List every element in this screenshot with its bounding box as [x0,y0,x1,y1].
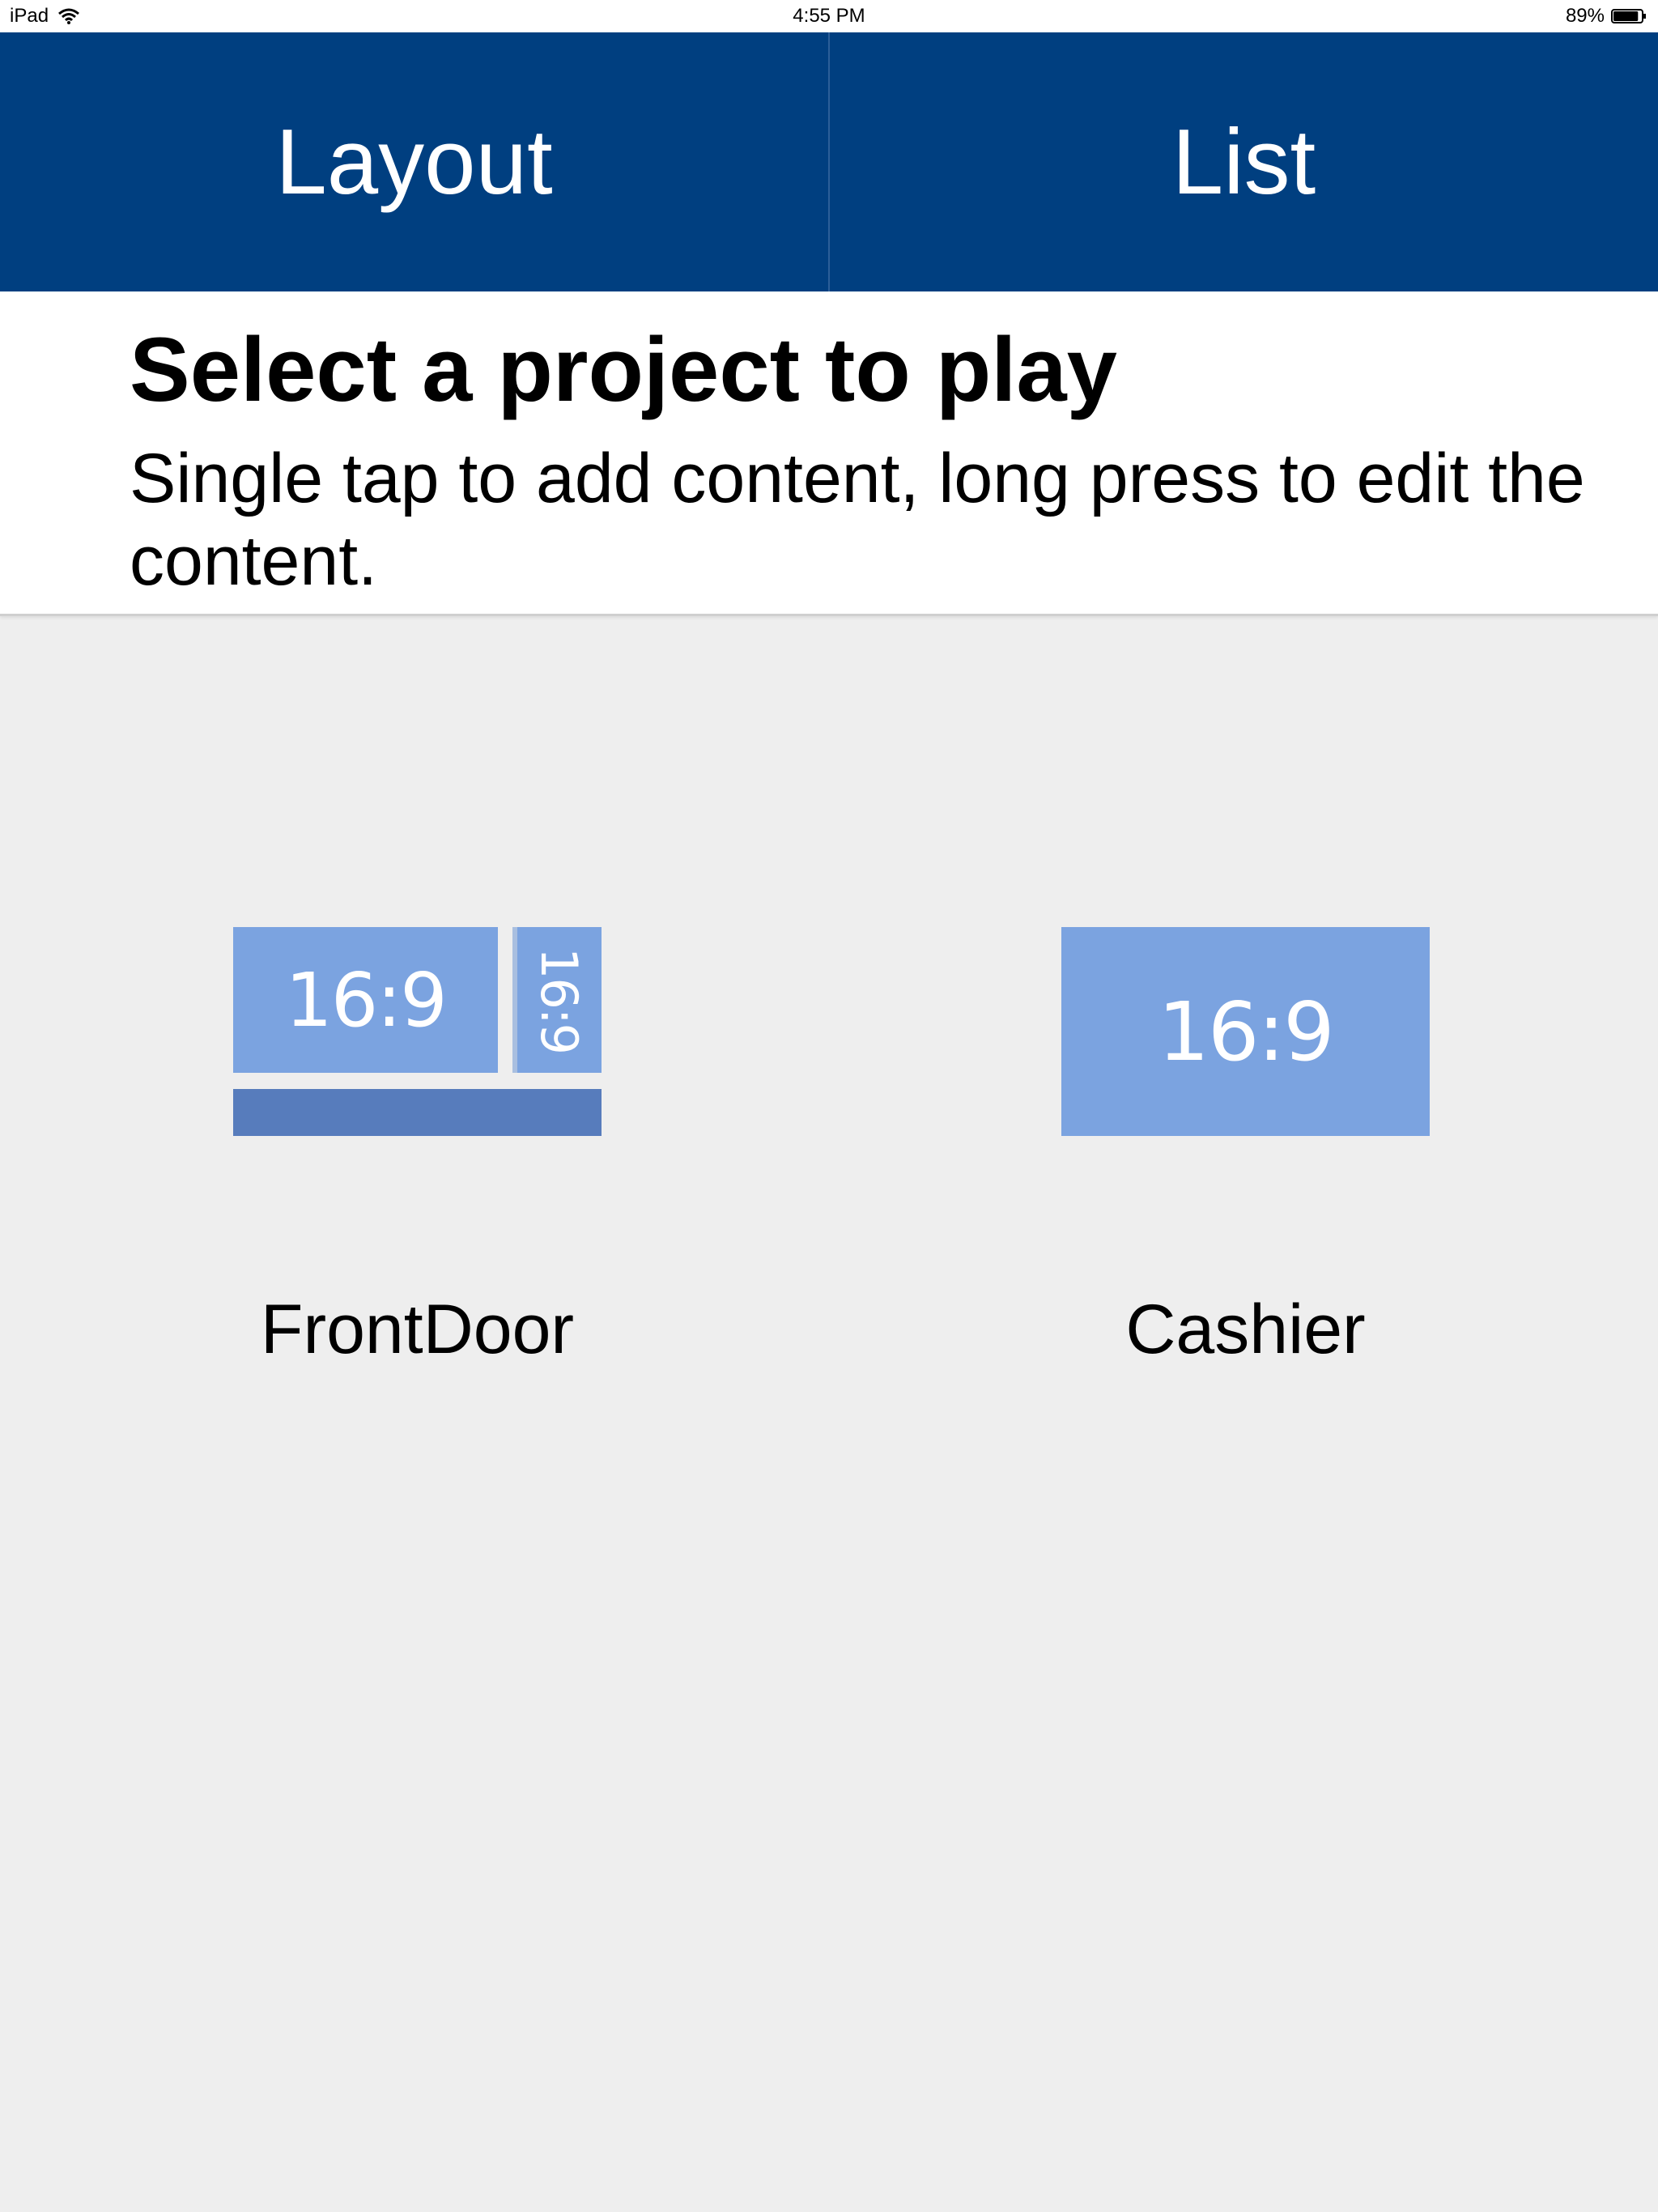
zone-side-label: 16:9 [529,946,589,1053]
battery-icon [1611,8,1647,24]
project-name: Cashier [1125,1291,1366,1368]
zone-main: 16:9 [1061,927,1430,1136]
project-cashier[interactable]: 16:9 Cashier [1061,927,1430,1370]
zone-side: 16:9 [512,927,602,1073]
zone-bottom-ticker [233,1089,602,1136]
page-subtitle: Single tap to add content, long press to… [130,440,1585,600]
project-frontdoor[interactable]: 16:9 16:9 FrontDoor [233,927,602,1370]
status-time: 4:55 PM [793,5,865,27]
header-panel: Select a project to play Single tap to a… [0,291,1658,616]
zone-main-label: 16:9 [1158,984,1335,1079]
project-thumbnail[interactable]: 16:9 [1061,927,1430,1136]
status-bar: iPad 4:55 PM 89% [0,0,1658,32]
tab-layout[interactable]: Layout [0,32,828,291]
page-title: Select a project to play [130,319,1117,420]
status-right: 89% [1566,5,1647,28]
project-thumbnail[interactable]: 16:9 16:9 [233,927,602,1136]
zone-main: 16:9 [233,927,498,1073]
project-name: FrontDoor [260,1291,575,1368]
zone-main-label: 16:9 [285,956,448,1044]
battery-percentage: 89% [1565,5,1605,27]
tab-list[interactable]: List [828,32,1658,291]
tab-bar: Layout List [0,32,1658,291]
